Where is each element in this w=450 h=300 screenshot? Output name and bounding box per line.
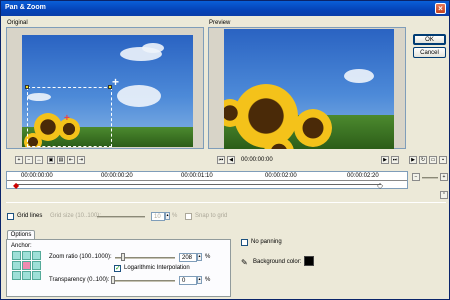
window-title: Pan & Zoom	[5, 4, 46, 11]
goto-end-icon[interactable]: ⇥	[77, 156, 85, 164]
transparency-input[interactable]: 0	[179, 276, 197, 285]
anchor-cell[interactable]	[22, 251, 31, 260]
anchor-cell-selected[interactable]	[22, 261, 31, 270]
logarithmic-interpolation-checkbox[interactable]: ✓	[114, 265, 121, 272]
grid-lines-label: Grid lines	[17, 213, 43, 219]
next-frame-icon[interactable]: ▶	[381, 156, 389, 164]
start-keyframe-icon[interactable]: ◆	[13, 181, 19, 190]
no-panning-label: No panning	[251, 239, 282, 245]
timeline[interactable]: 00:00:00:00 00:00:00:20 00:00:01:10 00:0…	[6, 171, 408, 190]
cancel-button[interactable]: Cancel	[413, 47, 446, 58]
anchor-cell[interactable]	[32, 261, 41, 270]
grid-size-input[interactable]: 10	[151, 212, 165, 221]
transparency-unit: %	[205, 277, 211, 283]
spinner-icon[interactable]: ▴	[165, 212, 170, 220]
original-label: Original	[7, 20, 28, 26]
preview-panel	[208, 27, 406, 149]
selection-handle[interactable]	[25, 85, 29, 89]
spinner-icon[interactable]: ▴	[197, 276, 202, 284]
title-bar: Pan & Zoom ×	[1, 1, 449, 16]
goto-start-icon[interactable]: ⇤	[67, 156, 75, 164]
center-marker-icon[interactable]: +	[64, 113, 70, 124]
loop-icon[interactable]: ↻	[419, 156, 427, 164]
original-image[interactable]: + +	[22, 35, 193, 147]
anchor-cell[interactable]	[12, 251, 21, 260]
zoom-ratio-label: Zoom ratio (100..1000):	[49, 254, 112, 260]
logarithmic-interpolation-label: Logarithmic Interpolation	[124, 265, 190, 271]
anchor-cell[interactable]	[22, 271, 31, 280]
end-keyframe-icon[interactable]: ◇	[377, 181, 383, 190]
last-frame-icon[interactable]: ⏭	[391, 156, 399, 164]
zoom-in-icon[interactable]: +	[440, 173, 448, 181]
anchor-label: Anchor:	[11, 243, 32, 249]
timeline-tick: 00:00:00:20	[101, 173, 133, 179]
monitor-icon[interactable]: ▭	[429, 156, 437, 164]
remove-keyframe-icon[interactable]: −	[25, 156, 33, 164]
grid-size-slider[interactable]	[97, 216, 145, 218]
preview-image	[224, 29, 394, 149]
ok-button[interactable]: OK	[413, 34, 446, 45]
reverse-icon[interactable]: ↔	[35, 156, 43, 164]
timeline-tick: 00:00:02:20	[347, 173, 379, 179]
timeline-zoom-slider[interactable]	[422, 177, 438, 179]
background-color-swatch[interactable]	[304, 256, 314, 266]
zoom-ratio-input[interactable]: 208	[179, 253, 197, 262]
options-panel: Anchor: Zoom ratio (100..1000): 208 ▴ % …	[6, 239, 231, 297]
close-icon[interactable]: ×	[435, 3, 446, 14]
anchor-cell[interactable]	[32, 271, 41, 280]
pan-zoom-dialog: Pan & Zoom × Original Preview + + OK Can…	[0, 0, 450, 300]
transparency-label: Transparency (0..100):	[49, 277, 110, 283]
spinner-icon[interactable]: ▴	[197, 253, 202, 261]
timeline-tick: 00:00:02:00	[265, 173, 297, 179]
keyframe-track	[15, 184, 381, 185]
original-panel: + +	[6, 27, 204, 149]
preview-label: Preview	[209, 20, 231, 26]
play-icon[interactable]: ▶	[409, 156, 417, 164]
zoom-out-icon[interactable]: −	[412, 173, 420, 181]
timeline-ruler: 00:00:00:00 00:00:00:20 00:00:01:10 00:0…	[7, 172, 407, 181]
crosshair-icon[interactable]: +	[112, 75, 119, 89]
divider	[6, 202, 446, 203]
no-panning-checkbox[interactable]	[241, 239, 248, 246]
first-frame-icon[interactable]: ⏮	[217, 156, 225, 164]
background-color-label: Background color:	[253, 259, 302, 265]
snap-to-grid-checkbox[interactable]	[185, 213, 192, 220]
copy-icon[interactable]: ▣	[47, 156, 55, 164]
transparency-thumb[interactable]	[111, 276, 115, 284]
zoom-unit: %	[205, 254, 211, 260]
anchor-cell[interactable]	[32, 251, 41, 260]
timeline-tick: 00:00:01:10	[181, 173, 213, 179]
timecode: 00:00:00:00	[241, 157, 273, 163]
options-icon[interactable]: ▪	[439, 156, 447, 164]
snap-to-grid-label: Snap to grid	[195, 213, 228, 219]
eyedropper-icon[interactable]: ✎	[241, 258, 248, 267]
timeline-tick: 00:00:00:00	[21, 173, 53, 179]
anchor-cell[interactable]	[12, 271, 21, 280]
zoom-ratio-thumb[interactable]	[121, 253, 125, 261]
grid-lines-checkbox[interactable]	[7, 213, 14, 220]
paste-icon[interactable]: ▤	[57, 156, 65, 164]
grid-size-label: Grid size (10..100):	[50, 213, 102, 219]
anchor-cell[interactable]	[12, 261, 21, 270]
transparency-slider[interactable]	[111, 280, 175, 282]
collapse-icon[interactable]: ⌃	[440, 191, 448, 199]
add-keyframe-icon[interactable]: +	[15, 156, 23, 164]
prev-frame-icon[interactable]: ◀	[227, 156, 235, 164]
